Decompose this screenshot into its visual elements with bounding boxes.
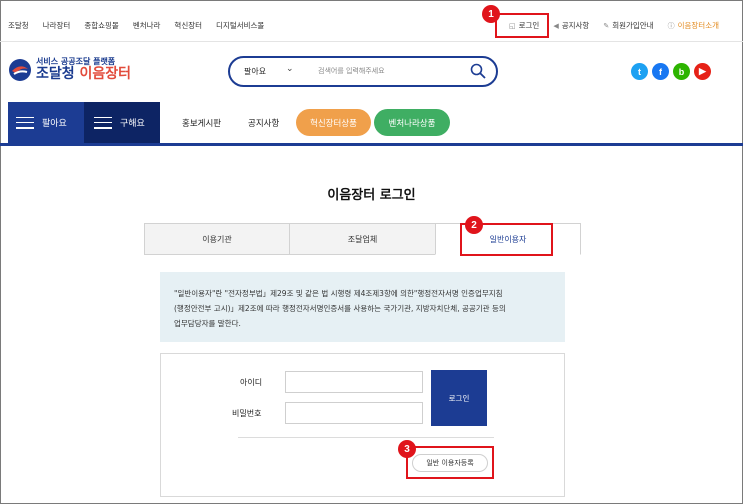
step-badge: 2	[465, 216, 483, 234]
pencil-icon: ✎	[603, 21, 610, 30]
nav-notice[interactable]: 공지사항	[248, 117, 279, 129]
info-line: (행정안전부 고시)」제2조에 따라 행정전자서명인증서를 사용하는 국가기관,…	[174, 304, 506, 313]
site-header: 서비스 공공조달 플랫폼 조달청 이음장터 팔아요 ⌄ 검색어를 입력해주세요 …	[0, 42, 743, 102]
search-input[interactable]: 검색어를 입력해주세요	[318, 66, 385, 76]
password-input[interactable]	[285, 402, 423, 424]
search-icon[interactable]	[470, 63, 486, 79]
main-nav: 팔아요 구해요 홍보게시판 공지사항 혁신장터상품 벤처나라상품	[0, 102, 743, 146]
nav-venture-products[interactable]: 벤처나라상품	[374, 109, 450, 136]
tab-supplier[interactable]: 조달업체	[289, 223, 436, 255]
pps-logo-icon	[9, 59, 31, 81]
nav-sell-label: 팔아요	[42, 119, 67, 129]
toplink-shopping-mall[interactable]: 종합쇼핑몰	[84, 20, 119, 31]
top-utility-bar: 조달청 나라장터 종합쇼핑몰 벤처나라 혁신장터 디지털서비스몰 ◱ 로그인 ◀ 공…	[0, 0, 743, 42]
highlight-register-button	[406, 446, 494, 479]
signup-guide-label: 회원가입안내	[612, 21, 654, 30]
site-logo[interactable]: 서비스 공공조달 플랫폼 조달청 이음장터	[8, 58, 131, 82]
tab-institution[interactable]: 이용기관	[144, 223, 290, 255]
notice-link-label: 공지사항	[561, 21, 590, 30]
signup-guide-link[interactable]: ✎ 회원가입안내	[603, 20, 653, 31]
search-category-select[interactable]: 팔아요	[244, 66, 266, 77]
info-line: "일반이용자"란 "전자정부법」제29조 및 같은 법 시행령 제4조제3항에 …	[174, 289, 503, 298]
notice-link[interactable]: ◀ 공지사항	[553, 20, 589, 31]
info-line: 업무담당자를 말한다.	[174, 319, 241, 328]
nav-sell-button[interactable]: 팔아요	[8, 102, 84, 143]
toplink-g2b[interactable]: 나라장터	[43, 20, 71, 31]
toplink-innovation[interactable]: 혁신장터	[174, 20, 202, 31]
blog-icon[interactable]: b	[673, 63, 690, 80]
logo-service: 이음장터	[79, 65, 132, 82]
id-label: 아이디	[240, 378, 263, 387]
info-icon: ⓘ	[667, 21, 675, 30]
nav-buy-label: 구해요	[120, 119, 145, 129]
nav-buy-button[interactable]: 구해요	[84, 102, 160, 143]
general-user-info-box: "일반이용자"란 "전자정부법」제29조 및 같은 법 시행령 제4조제3항에 …	[160, 272, 565, 342]
menu-icon	[16, 116, 34, 129]
page-title: 이음장터 로그인	[327, 188, 416, 203]
menu-icon	[94, 116, 112, 129]
logo-agency: 조달청	[36, 65, 75, 82]
about-link-label: 이음장터소개	[677, 21, 719, 30]
megaphone-icon: ◀	[553, 21, 559, 30]
id-input[interactable]	[285, 371, 423, 393]
twitter-icon[interactable]: t	[631, 63, 648, 80]
nav-promo-board[interactable]: 홍보게시판	[182, 117, 221, 129]
youtube-icon[interactable]: ▶	[694, 63, 711, 80]
toplink-venture[interactable]: 벤처나라	[133, 20, 161, 31]
step-badge: 1	[482, 5, 500, 23]
facebook-icon[interactable]: f	[652, 63, 669, 80]
form-divider	[238, 437, 494, 438]
toplink-pps[interactable]: 조달청	[8, 20, 29, 31]
chevron-down-icon[interactable]: ⌄	[286, 64, 294, 74]
highlight-login-link	[495, 13, 549, 38]
about-link[interactable]: ⓘ 이음장터소개	[668, 20, 719, 31]
step-badge: 3	[398, 440, 416, 458]
toplink-digital-mall[interactable]: 디지털서비스몰	[216, 20, 264, 31]
nav-innovation-products[interactable]: 혁신장터상품	[296, 109, 371, 136]
login-button[interactable]: 로그인	[431, 370, 487, 426]
social-links: t f b ▶	[631, 63, 711, 80]
password-label: 비밀번호	[232, 409, 262, 418]
family-site-links: 조달청 나라장터 종합쇼핑몰 벤처나라 혁신장터 디지털서비스몰	[8, 20, 264, 31]
search-bar: 팔아요 ⌄ 검색어를 입력해주세요	[228, 56, 498, 87]
